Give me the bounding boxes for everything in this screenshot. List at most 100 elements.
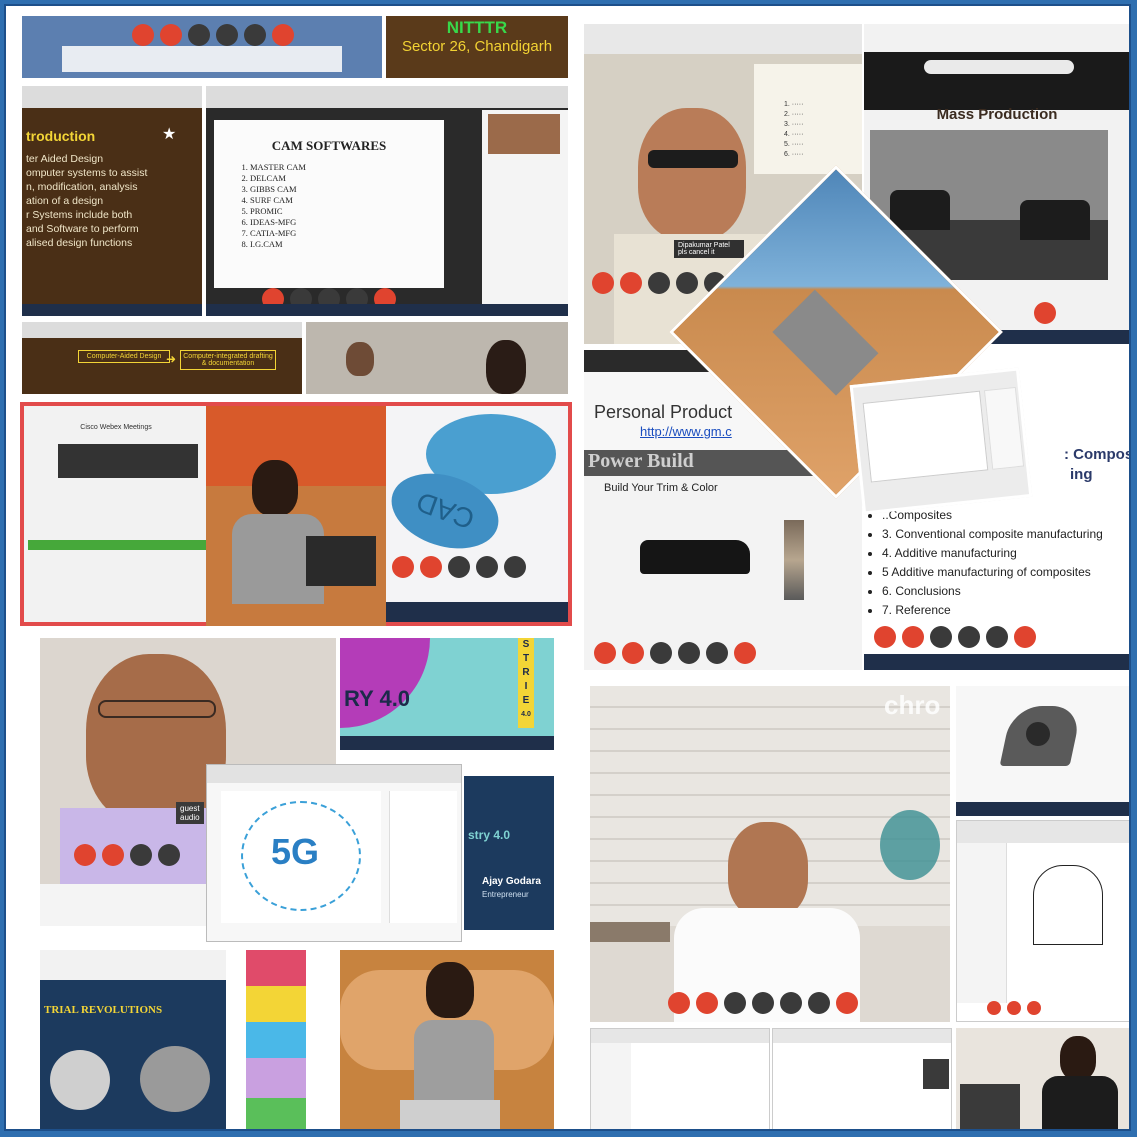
share-button[interactable] — [188, 24, 210, 46]
share-button[interactable] — [724, 992, 746, 1014]
cad-line: ation of a design — [26, 195, 104, 207]
video-button[interactable] — [696, 992, 718, 1014]
share-button[interactable] — [448, 556, 470, 578]
industry-letter: I — [524, 681, 528, 692]
outline-item: 3. Conventional composite manufacturing — [882, 525, 1103, 544]
build-subtitle: Build Your Trim & Color — [604, 482, 718, 494]
participants-button[interactable] — [752, 992, 774, 1014]
share-button[interactable] — [650, 642, 672, 664]
cam-item: CATIA-MFG — [250, 228, 444, 239]
mute-button[interactable] — [987, 1001, 1001, 1015]
end-call-button[interactable] — [1027, 1001, 1041, 1015]
outline-item: 7. Reference — [882, 601, 1103, 620]
ajay-name: Ajay Godara — [482, 876, 541, 887]
arrow-right-icon: ➜ — [166, 352, 177, 366]
outline-item: 6. Conclusions — [882, 582, 1103, 601]
participants-button[interactable] — [476, 556, 498, 578]
cad-intro-slide: troduction ★ ter Aided Design omputer sy… — [22, 86, 202, 316]
cam-title: CAM SOFTWARES — [271, 138, 387, 153]
more-button[interactable] — [808, 992, 830, 1014]
meeting-controls — [74, 844, 180, 866]
cam-item: PROMIC — [250, 206, 444, 217]
outline-heading-2: ing — [1070, 466, 1093, 483]
audio-tag: guest audio — [176, 802, 204, 824]
cad-line: alised design functions — [26, 237, 133, 249]
chat-button[interactable] — [986, 626, 1008, 648]
end-call-button[interactable] — [272, 24, 294, 46]
participant-panel — [482, 110, 568, 306]
outline-item: 5 Additive manufacturing of composites — [882, 563, 1103, 582]
chat-button[interactable] — [706, 642, 728, 664]
presenter-video-main: chro — [590, 686, 950, 1022]
video-button[interactable] — [102, 844, 124, 866]
personal-production-link[interactable]: http://www.gm.c — [640, 424, 732, 439]
cad-software-screen — [590, 1028, 770, 1129]
participant-note: pls cancel it — [678, 249, 715, 256]
flow-slide: Computer-Aided Design ➜ Computer-integra… — [22, 322, 302, 394]
meeting-controls — [392, 556, 526, 578]
chat-button[interactable] — [504, 556, 526, 578]
video-button[interactable] — [1007, 1001, 1021, 1015]
personal-production-title: Personal Product — [594, 402, 733, 422]
meeting-controls — [1034, 302, 1056, 324]
nitttr-subtitle: Sector 26, Chandigarh — [401, 38, 553, 55]
share-button[interactable] — [648, 272, 670, 294]
mute-button[interactable] — [668, 992, 690, 1014]
video-button[interactable] — [622, 642, 644, 664]
industry-text: RY 4.0 — [344, 686, 411, 711]
flow-box: Computer-integrated drafting & documenta… — [180, 350, 276, 370]
revolutions-slide: TRIAL REVOLUTIONS — [40, 950, 226, 1129]
end-call-button[interactable] — [1034, 302, 1056, 324]
cam-item: IDEAS-MFG — [250, 217, 444, 228]
audio-tag-line: audio — [180, 813, 200, 822]
mute-button[interactable] — [132, 24, 154, 46]
participants-button[interactable] — [958, 626, 980, 648]
fiveg-window: 5G — [206, 764, 462, 942]
share-button[interactable] — [130, 844, 152, 866]
chat-button[interactable] — [244, 24, 266, 46]
cad-line: n, modification, analysis — [26, 181, 138, 193]
video-button[interactable] — [902, 626, 924, 648]
student-couch-photo — [340, 950, 554, 1129]
audio-tag-line: guest — [180, 804, 200, 813]
participant-name: Dipakumar Patel — [678, 242, 730, 249]
webex-title: Cisco Webex Meetings — [80, 424, 152, 431]
participant-tag: Dipakumar Patel pls cancel it — [674, 240, 744, 258]
mute-button[interactable] — [874, 626, 896, 648]
meeting-controls — [668, 992, 858, 1014]
color-bars-slide — [246, 950, 322, 1129]
cad-part-model — [956, 686, 1129, 816]
industry-letter: 4.0 — [521, 711, 531, 718]
video-button[interactable] — [160, 24, 182, 46]
end-call-button[interactable] — [836, 992, 858, 1014]
industry-letter: S — [522, 639, 530, 650]
meeting-controls — [874, 626, 1036, 648]
screenshot-top-strip — [22, 16, 382, 78]
cam-item: GIBBS CAM — [250, 184, 444, 195]
student-laptop-photo — [206, 402, 386, 626]
video-button[interactable] — [420, 556, 442, 578]
student-video — [956, 1028, 1129, 1129]
fiveg-graphic: 5G — [221, 791, 381, 923]
end-call-button[interactable] — [1014, 626, 1036, 648]
cam-item: I.G.CAM — [250, 239, 444, 250]
end-call-button[interactable] — [734, 642, 756, 664]
participants-button[interactable] — [158, 844, 180, 866]
mute-button[interactable] — [74, 844, 96, 866]
cad-line: omputer systems to assist — [26, 167, 148, 179]
share-button[interactable] — [930, 626, 952, 648]
mute-button[interactable] — [594, 642, 616, 664]
participants-button[interactable] — [216, 24, 238, 46]
collage-frame: NITTTR Sector 26, Chandigarh troduction … — [4, 4, 1131, 1131]
participants-button[interactable] — [678, 642, 700, 664]
participants-button[interactable] — [676, 272, 698, 294]
fan-icon — [880, 810, 940, 880]
video-button[interactable] — [620, 272, 642, 294]
industry-vertical: S T R I E 4.0 — [518, 638, 534, 728]
cam-item: SURF CAM — [250, 195, 444, 206]
mute-button[interactable] — [392, 556, 414, 578]
ajay-godara-slide: stry 4.0 Ajay Godara Entrepreneur — [464, 776, 554, 930]
meeting-controls — [594, 642, 756, 664]
mute-button[interactable] — [592, 272, 614, 294]
chat-button[interactable] — [780, 992, 802, 1014]
